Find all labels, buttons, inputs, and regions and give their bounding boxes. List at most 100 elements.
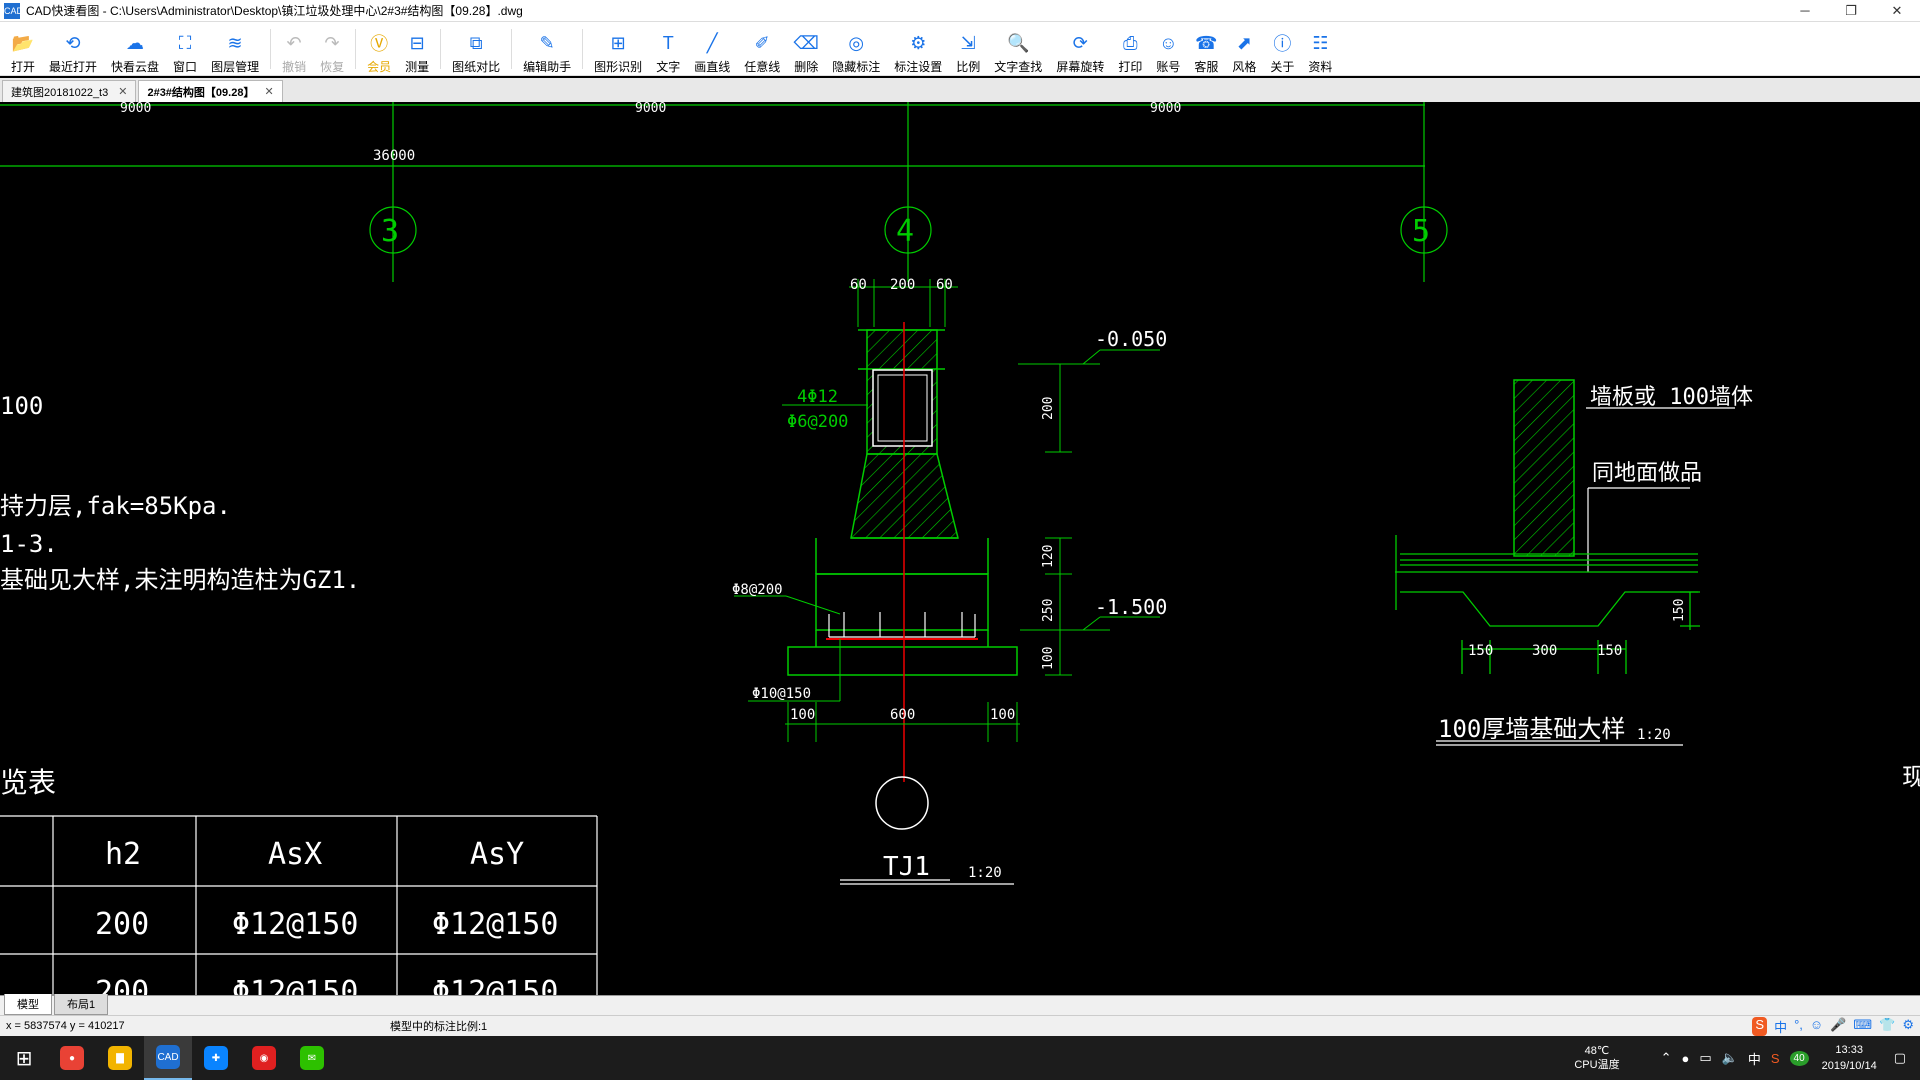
tj1-dim-600: 600 <box>890 707 915 723</box>
toolbar-button-2[interactable]: ☁ 快看云盘 <box>104 23 166 75</box>
dim-9000-b: 9000 <box>635 102 666 116</box>
toolbar-button-12[interactable]: T 文字 <box>649 23 687 75</box>
close-tab-icon[interactable]: ✕ <box>264 85 273 98</box>
toolbar-button-26[interactable]: ☷ 资料 <box>1301 23 1339 75</box>
toolbar-button-14[interactable]: ✐ 任意线 <box>737 23 787 75</box>
dim-9000-c: 9000 <box>1150 102 1181 116</box>
toolbar-button-13[interactable]: ╱ 画直线 <box>687 23 737 75</box>
rotate-screen-icon: ⟳ <box>1072 32 1088 53</box>
toolbar-button-16[interactable]: ◎ 隐藏标注 <box>825 23 887 75</box>
toolbar-button-8[interactable]: ⊟ 测量 <box>398 23 436 75</box>
notification-badge[interactable]: 40 <box>1789 1050 1809 1066</box>
taskbar-app-netease[interactable]: ◉ <box>240 1036 288 1080</box>
wechat-icon: ✉ <box>300 1046 324 1070</box>
toolbar-button-20[interactable]: ⟳ 屏幕旋转 <box>1049 23 1111 75</box>
tab-layout1[interactable]: 布局1 <box>54 994 109 1015</box>
note-bearing: 持力层,fak=85Kpa. <box>0 492 231 520</box>
emoji-icon[interactable]: ☺ <box>1810 1017 1823 1036</box>
sogou-icon[interactable]: S <box>1752 1017 1768 1036</box>
network-icon[interactable]: ▭ <box>1699 1050 1711 1066</box>
wall-detail-title: 100厚墙基础大样 <box>1438 715 1625 743</box>
toolbar-button-7[interactable]: Ⓥ 会员 <box>360 23 398 75</box>
tj1-label: TJ1 <box>883 852 930 882</box>
toolbar-button-4[interactable]: ≋ 图层管理 <box>204 23 266 75</box>
close-tab-icon[interactable]: ✕ <box>118 85 127 98</box>
toolbar-button-17[interactable]: ⚙ 标注设置 <box>887 23 949 75</box>
toolbar-button-6[interactable]: ↷ 恢复 <box>313 23 351 75</box>
maximize-button[interactable]: ❐ <box>1828 0 1874 22</box>
toolbar-button-5[interactable]: ↶ 撤销 <box>275 23 313 75</box>
th-h2: h2 <box>105 837 141 872</box>
taskbar-app-explorer[interactable]: ▇ <box>96 1036 144 1080</box>
skin-icon[interactable]: 👕 <box>1879 1017 1895 1036</box>
toolbar-button-23[interactable]: ☎ 客服 <box>1187 23 1225 75</box>
right-edge-text: 现 <box>1902 763 1920 791</box>
cloud-icon: ☁ <box>126 32 145 53</box>
toolbar-button-label: 隐藏标注 <box>832 60 881 74</box>
punctuation-icon[interactable]: °, <box>1794 1017 1803 1036</box>
taskbar-app-tool[interactable]: ✚ <box>192 1036 240 1080</box>
toolbar-button-label: 关于 <box>1270 60 1295 74</box>
toolbar-separator <box>270 29 272 69</box>
toolbar-button-label: 打开 <box>11 60 36 74</box>
elev-bottom: -1.500 <box>1095 595 1167 619</box>
tab-architecture[interactable]: 建筑图20181022_t3 ✕ <box>2 80 137 102</box>
taskbar-app-wechat[interactable]: ✉ <box>288 1036 336 1080</box>
status-bar: x = 5837574 y = 410217 模型中的标注比例:1 S 中 °,… <box>0 1015 1920 1036</box>
text-search-icon: 🔍 <box>1007 32 1030 53</box>
toolbar-button-9[interactable]: ⧉ 图纸对比 <box>445 23 507 75</box>
action-center-icon[interactable]: ▢ <box>1894 1050 1906 1066</box>
history-icon: ⟲ <box>65 32 81 53</box>
ime-lang-icon[interactable]: 中 <box>1774 1017 1787 1036</box>
folder-open-icon: 📂 <box>11 32 35 53</box>
tab-structure[interactable]: 2#3#结构图【09.28】 ✕ <box>138 80 283 102</box>
toolbar-button-label: 打印 <box>1118 60 1143 74</box>
toolbar-button-21[interactable]: ⎙ 打印 <box>1111 23 1149 75</box>
toolbar-button-label: 测量 <box>405 60 430 74</box>
td-h2-1: 200 <box>95 907 149 942</box>
toolbar-button-22[interactable]: ☺ 账号 <box>1149 23 1187 75</box>
info-icon: ⓘ <box>1273 34 1292 54</box>
toolbar-button-label: 图纸对比 <box>452 60 501 74</box>
toolbar-button-11[interactable]: ⊞ 图形识别 <box>587 23 649 75</box>
ime-language[interactable]: 中 <box>1748 1049 1761 1068</box>
axis-5: 5 <box>1412 214 1430 249</box>
support-icon: ☎ <box>1195 32 1218 53</box>
toolbar-button-3[interactable]: ⛶ 窗口 <box>166 23 204 75</box>
taskbar-app-cad[interactable]: CAD <box>144 1036 192 1080</box>
microphone-icon[interactable]: 🎤 <box>1830 1017 1846 1036</box>
toolbar-separator <box>440 29 442 69</box>
drawing-canvas[interactable]: 9000 9000 9000 36000 3 4 5 100 持力层,fak=8… <box>0 102 1920 995</box>
th-asx: AsX <box>268 837 322 872</box>
toolbar-button-label: 屏幕旋转 <box>1056 60 1105 74</box>
taskbar-app-chrome[interactable]: ● <box>48 1036 96 1080</box>
compare-icon: ⧉ <box>469 32 483 53</box>
toolbar-button-10[interactable]: ✎ 编辑助手 <box>516 23 578 75</box>
volume-icon[interactable]: 🔈 <box>1722 1050 1738 1066</box>
settings-icon[interactable]: ⚙ <box>1902 1017 1914 1036</box>
wall-label: 墙板或 100墙体 <box>1590 385 1753 410</box>
annotation-settings-icon: ⚙ <box>910 32 927 53</box>
toolbar-button-label: 比例 <box>956 60 981 74</box>
tab-model[interactable]: 模型 <box>4 994 52 1015</box>
chrome-icon: ● <box>60 1046 84 1070</box>
clock[interactable]: 13:33 2019/10/14 <box>1822 1042 1877 1074</box>
keyboard-icon[interactable]: ⌨ <box>1853 1017 1872 1036</box>
toolbar-button-15[interactable]: ⌫ 删除 <box>787 23 825 75</box>
toolbar-button-18[interactable]: ⇲ 比例 <box>949 23 987 75</box>
start-button[interactable]: ⊞ <box>0 1036 48 1080</box>
cpu-temp-widget[interactable]: 48℃ CPU温度 <box>1574 1044 1619 1072</box>
tray-app-icon[interactable]: ● <box>1681 1051 1689 1066</box>
sogou-tray-icon[interactable]: S <box>1771 1051 1780 1066</box>
toolbar-button-19[interactable]: 🔍 文字查找 <box>987 23 1049 75</box>
toolbar-button-0[interactable]: 📂 打开 <box>4 23 42 75</box>
toolbar-button-24[interactable]: ⬈ 风格 <box>1225 23 1263 75</box>
toolbar-separator <box>355 29 357 69</box>
toolbar-button-1[interactable]: ⟲ 最近打开 <box>42 23 104 75</box>
toolbar-button-25[interactable]: ⓘ 关于 <box>1263 23 1301 75</box>
minimize-button[interactable]: ─ <box>1782 0 1828 22</box>
td-asy-2: Φ12@150 <box>432 975 558 995</box>
close-button[interactable]: ✕ <box>1874 0 1920 22</box>
netease-music-icon: ◉ <box>252 1046 276 1070</box>
chevron-up-icon[interactable]: ⌃ <box>1661 1050 1672 1066</box>
